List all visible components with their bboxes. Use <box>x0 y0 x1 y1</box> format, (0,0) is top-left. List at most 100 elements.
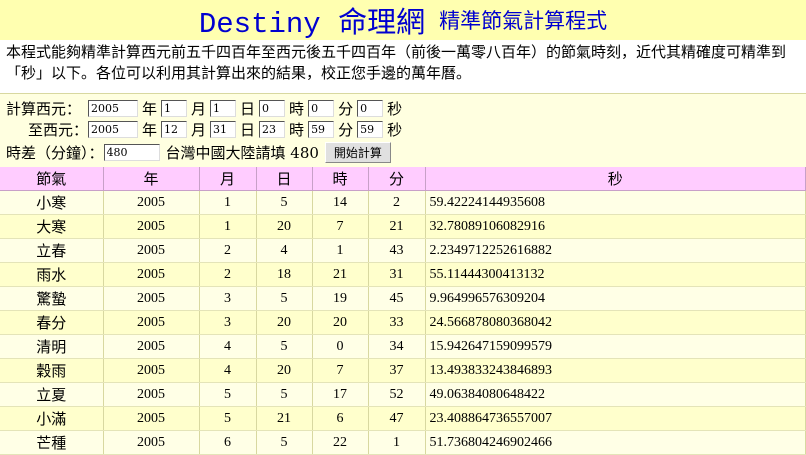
cell-year: 2005 <box>103 430 200 455</box>
cell-second: 49.06384080648422 <box>425 382 806 407</box>
cell-second: 59.42224144935608 <box>425 190 806 215</box>
cell-month: 2 <box>199 238 257 263</box>
table-row: 大寒 2005 1 20 7 21 32.78089106082916 <box>0 214 806 239</box>
from-hour-input[interactable] <box>259 100 286 117</box>
table-row: 立春 2005 2 4 1 43 2.2349712252616882 <box>0 238 806 263</box>
month-unit: 月 <box>191 100 207 118</box>
day-unit: 日 <box>240 100 256 118</box>
cell-term: 穀雨 <box>0 358 104 383</box>
cell-month: 5 <box>199 382 257 407</box>
cell-term: 小寒 <box>0 190 104 215</box>
cell-minute: 2 <box>368 190 426 215</box>
to-year-input[interactable] <box>88 121 138 138</box>
cell-year: 2005 <box>103 334 200 359</box>
month-unit: 月 <box>191 121 207 139</box>
col-header-minute: 分 <box>368 167 426 191</box>
to-row: 至西元： 年 月 日 時 分 秒 <box>6 119 806 140</box>
cell-hour: 22 <box>312 430 369 455</box>
cell-month: 3 <box>199 286 257 311</box>
from-day-input[interactable] <box>210 100 237 117</box>
timezone-row: 時差（分鐘）： 台灣中國大陸請填 480 開始計算 <box>6 140 806 164</box>
cell-month: 1 <box>199 190 257 215</box>
year-unit: 年 <box>142 100 158 118</box>
col-header-second: 秒 <box>425 167 806 191</box>
cell-day: 18 <box>256 262 313 287</box>
cell-day: 5 <box>256 286 313 311</box>
second-unit: 秒 <box>387 121 403 139</box>
to-label: 至西元： <box>27 121 88 139</box>
cell-hour: 14 <box>312 190 369 215</box>
start-calc-button[interactable]: 開始計算 <box>324 141 391 163</box>
table-row: 春分 2005 3 20 20 33 24.566878080368042 <box>0 310 806 335</box>
cell-day: 4 <box>256 238 313 263</box>
cell-year: 2005 <box>103 190 200 215</box>
cell-term: 春分 <box>0 310 104 335</box>
col-header-day: 日 <box>256 167 313 191</box>
table-row: 穀雨 2005 4 20 7 37 13.493833243846893 <box>0 358 806 383</box>
cell-day: 5 <box>256 430 313 455</box>
cell-second: 2.2349712252616882 <box>425 238 806 263</box>
table-row: 小滿 2005 5 21 6 47 23.408864736557007 <box>0 406 806 431</box>
timezone-hint: 台灣中國大陸請填 480 <box>165 143 319 162</box>
from-minute-input[interactable] <box>308 100 335 117</box>
cell-year: 2005 <box>103 358 200 383</box>
from-second-input[interactable] <box>357 100 384 117</box>
cell-day: 5 <box>256 382 313 407</box>
table-header-row: 節氣 年 月 日 時 分 秒 <box>0 167 806 191</box>
col-header-hour: 時 <box>312 167 369 191</box>
cell-term: 清明 <box>0 334 104 359</box>
cell-month: 1 <box>199 214 257 239</box>
hour-unit: 時 <box>289 121 305 139</box>
to-month-input[interactable] <box>161 121 188 138</box>
cell-minute: 1 <box>368 430 426 455</box>
to-second-input[interactable] <box>357 121 384 138</box>
timezone-input[interactable] <box>103 143 160 161</box>
cell-hour: 20 <box>312 310 369 335</box>
cell-minute: 31 <box>368 262 426 287</box>
cell-term: 立夏 <box>0 382 104 407</box>
cell-hour: 7 <box>312 358 369 383</box>
cell-month: 2 <box>199 262 257 287</box>
cell-hour: 1 <box>312 238 369 263</box>
table-row: 芒種 2005 6 5 22 1 51.736804246902466 <box>0 430 806 455</box>
col-header-month: 月 <box>199 167 257 191</box>
col-header-year: 年 <box>103 167 200 191</box>
timezone-label: 時差（分鐘）： <box>6 143 104 162</box>
cell-second: 32.78089106082916 <box>425 214 806 239</box>
cell-second: 15.942647159099579 <box>425 334 806 359</box>
intro-paragraph: 本程式能夠精準計算西元前五千四百年至西元後五千四百年（前後一萬零八百年）的節氣時… <box>6 43 787 82</box>
page-subtitle: 精準節氣計算程式 <box>439 9 608 33</box>
cell-day: 20 <box>256 214 313 239</box>
cell-minute: 47 <box>368 406 426 431</box>
cell-minute: 34 <box>368 334 426 359</box>
cell-minute: 43 <box>368 238 426 263</box>
cell-minute: 37 <box>368 358 426 383</box>
to-day-input[interactable] <box>210 121 237 138</box>
cell-second: 24.566878080368042 <box>425 310 806 335</box>
to-minute-input[interactable] <box>308 121 335 138</box>
cell-second: 23.408864736557007 <box>425 406 806 431</box>
cell-second: 13.493833243846893 <box>425 358 806 383</box>
cell-term: 雨水 <box>0 262 104 287</box>
cell-minute: 21 <box>368 214 426 239</box>
col-header-term: 節氣 <box>0 167 104 191</box>
site-title: Destiny 命理網 <box>198 8 426 41</box>
cell-year: 2005 <box>103 310 200 335</box>
cell-second: 51.736804246902466 <box>425 430 806 455</box>
table-row: 驚蟄 2005 3 5 19 45 9.964996576309204 <box>0 286 806 311</box>
from-month-input[interactable] <box>161 100 188 117</box>
cell-minute: 45 <box>368 286 426 311</box>
cell-month: 5 <box>199 406 257 431</box>
cell-minute: 33 <box>368 310 426 335</box>
cell-year: 2005 <box>103 286 200 311</box>
cell-month: 6 <box>199 430 257 455</box>
day-unit: 日 <box>240 121 256 139</box>
cell-day: 21 <box>256 406 313 431</box>
table-row: 清明 2005 4 5 0 34 15.942647159099579 <box>0 334 806 359</box>
cell-hour: 7 <box>312 214 369 239</box>
to-hour-input[interactable] <box>259 121 286 138</box>
from-year-input[interactable] <box>88 100 138 117</box>
cell-year: 2005 <box>103 238 200 263</box>
minute-unit: 分 <box>338 121 354 139</box>
hour-unit: 時 <box>289 100 305 118</box>
